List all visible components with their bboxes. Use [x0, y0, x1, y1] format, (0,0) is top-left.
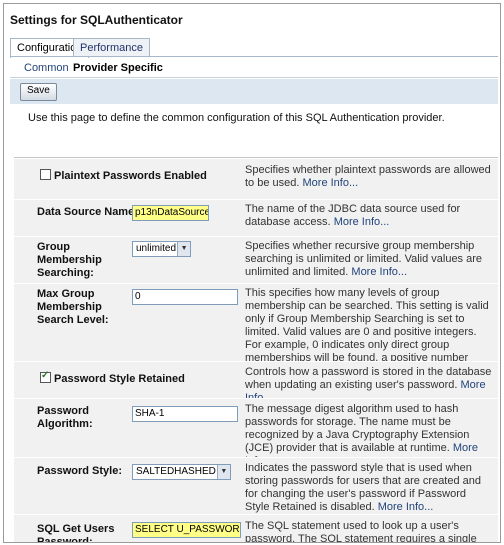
more-info-link[interactable]: More Info... [378, 501, 434, 513]
sql-get-users-password-help: The SQL statement used to look up a user… [245, 520, 477, 543]
row-password-style: Password Style: SALTEDHASHED ▼ Indicates … [14, 457, 498, 514]
data-source-help: The name of the JDBC data source used fo… [245, 203, 461, 228]
more-info-link[interactable]: More Info... [351, 266, 407, 278]
settings-panel: Settings for SQLAuthenticator Configurat… [3, 3, 501, 543]
password-style-label: Password Style: [37, 465, 122, 477]
password-algorithm-input[interactable]: SHA-1 [132, 406, 238, 422]
tab-divider [10, 56, 498, 57]
group-membership-help: Specifies whether recursive group member… [245, 240, 483, 278]
group-membership-label: Group Membership Searching: [37, 241, 102, 279]
password-style-help: Indicates the password style that is use… [245, 462, 482, 513]
subtab-divider [10, 77, 498, 78]
row-plaintext-passwords: Plaintext Passwords Enabled Specifies wh… [14, 158, 498, 199]
more-info-link[interactable]: More Info... [303, 177, 359, 189]
max-group-level-label: Max Group Membership Search Level: [37, 288, 109, 326]
password-style-retained-label: Password Style Retained [54, 373, 185, 385]
subtab-common[interactable]: Common [24, 62, 69, 74]
save-button[interactable]: Save [20, 83, 57, 101]
row-password-algorithm: Password Algorithm: SHA-1 The message di… [14, 398, 498, 467]
sql-get-users-password-input[interactable]: SELECT U_PASSWORD [132, 522, 241, 538]
password-style-retained-checkbox[interactable] [40, 370, 51, 383]
data-source-label: Data Source Name: [37, 206, 138, 218]
toolbar: Save [10, 79, 498, 104]
tab-performance[interactable]: Performance [73, 38, 150, 57]
chevron-down-icon: ▼ [177, 242, 191, 256]
row-max-group-level: Max Group Membership Search Level: 0 Thi… [14, 283, 498, 390]
row-group-membership: Group Membership Searching: unlimited ▼ S… [14, 236, 498, 283]
group-membership-select[interactable]: unlimited ▼ [132, 241, 192, 257]
chevron-down-icon: ▼ [216, 465, 230, 479]
subtab-provider-specific[interactable]: Provider Specific [73, 62, 163, 74]
plaintext-passwords-label: Plaintext Passwords Enabled [54, 170, 207, 182]
form-top-spacer [14, 132, 498, 158]
page-description: Use this page to define the common confi… [28, 112, 445, 124]
data-source-input[interactable]: p13nDataSource [132, 205, 209, 221]
password-style-select[interactable]: SALTEDHASHED ▼ [132, 464, 231, 480]
plaintext-passwords-checkbox[interactable] [40, 169, 51, 180]
password-algorithm-label: Password Algorithm: [37, 405, 93, 430]
sql-get-users-password-label: SQL Get Users Password: [37, 523, 115, 543]
plaintext-passwords-help: Specifies whether plaintext passwords ar… [245, 164, 491, 189]
row-password-style-retained: Password Style Retained Controls how a p… [14, 361, 498, 404]
max-group-level-input[interactable]: 0 [132, 289, 238, 305]
page-title: Settings for SQLAuthenticator [10, 13, 183, 27]
more-info-link[interactable]: More Info... [334, 216, 390, 228]
row-data-source: Data Source Name: p13nDataSource The nam… [14, 199, 498, 236]
row-sql-get-users-password: SQL Get Users Password: SELECT U_PASSWOR… [14, 514, 498, 543]
